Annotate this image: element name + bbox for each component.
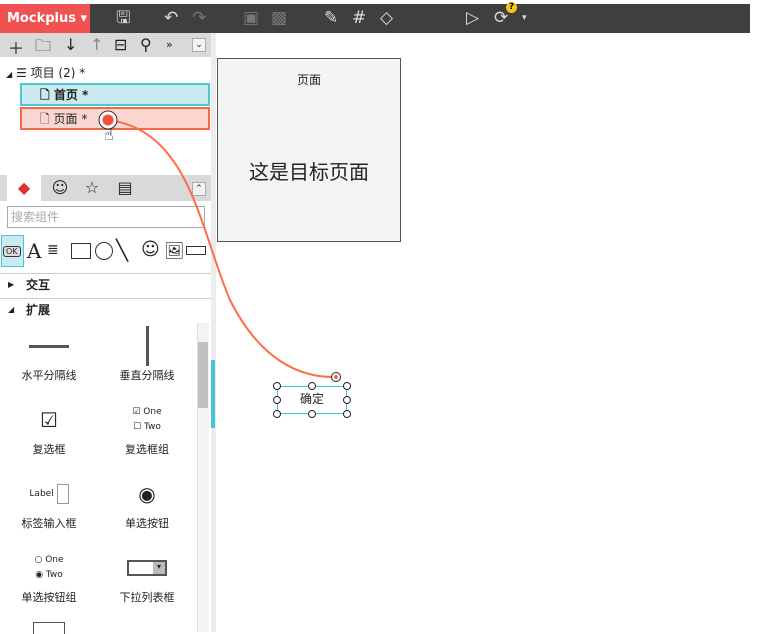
hand-cursor-icon: ☝	[104, 125, 114, 144]
link-anchor-dot	[334, 375, 338, 379]
link-connector: ☝	[98, 110, 341, 382]
link-curve	[107, 119, 337, 379]
link-source-dot	[102, 114, 114, 126]
